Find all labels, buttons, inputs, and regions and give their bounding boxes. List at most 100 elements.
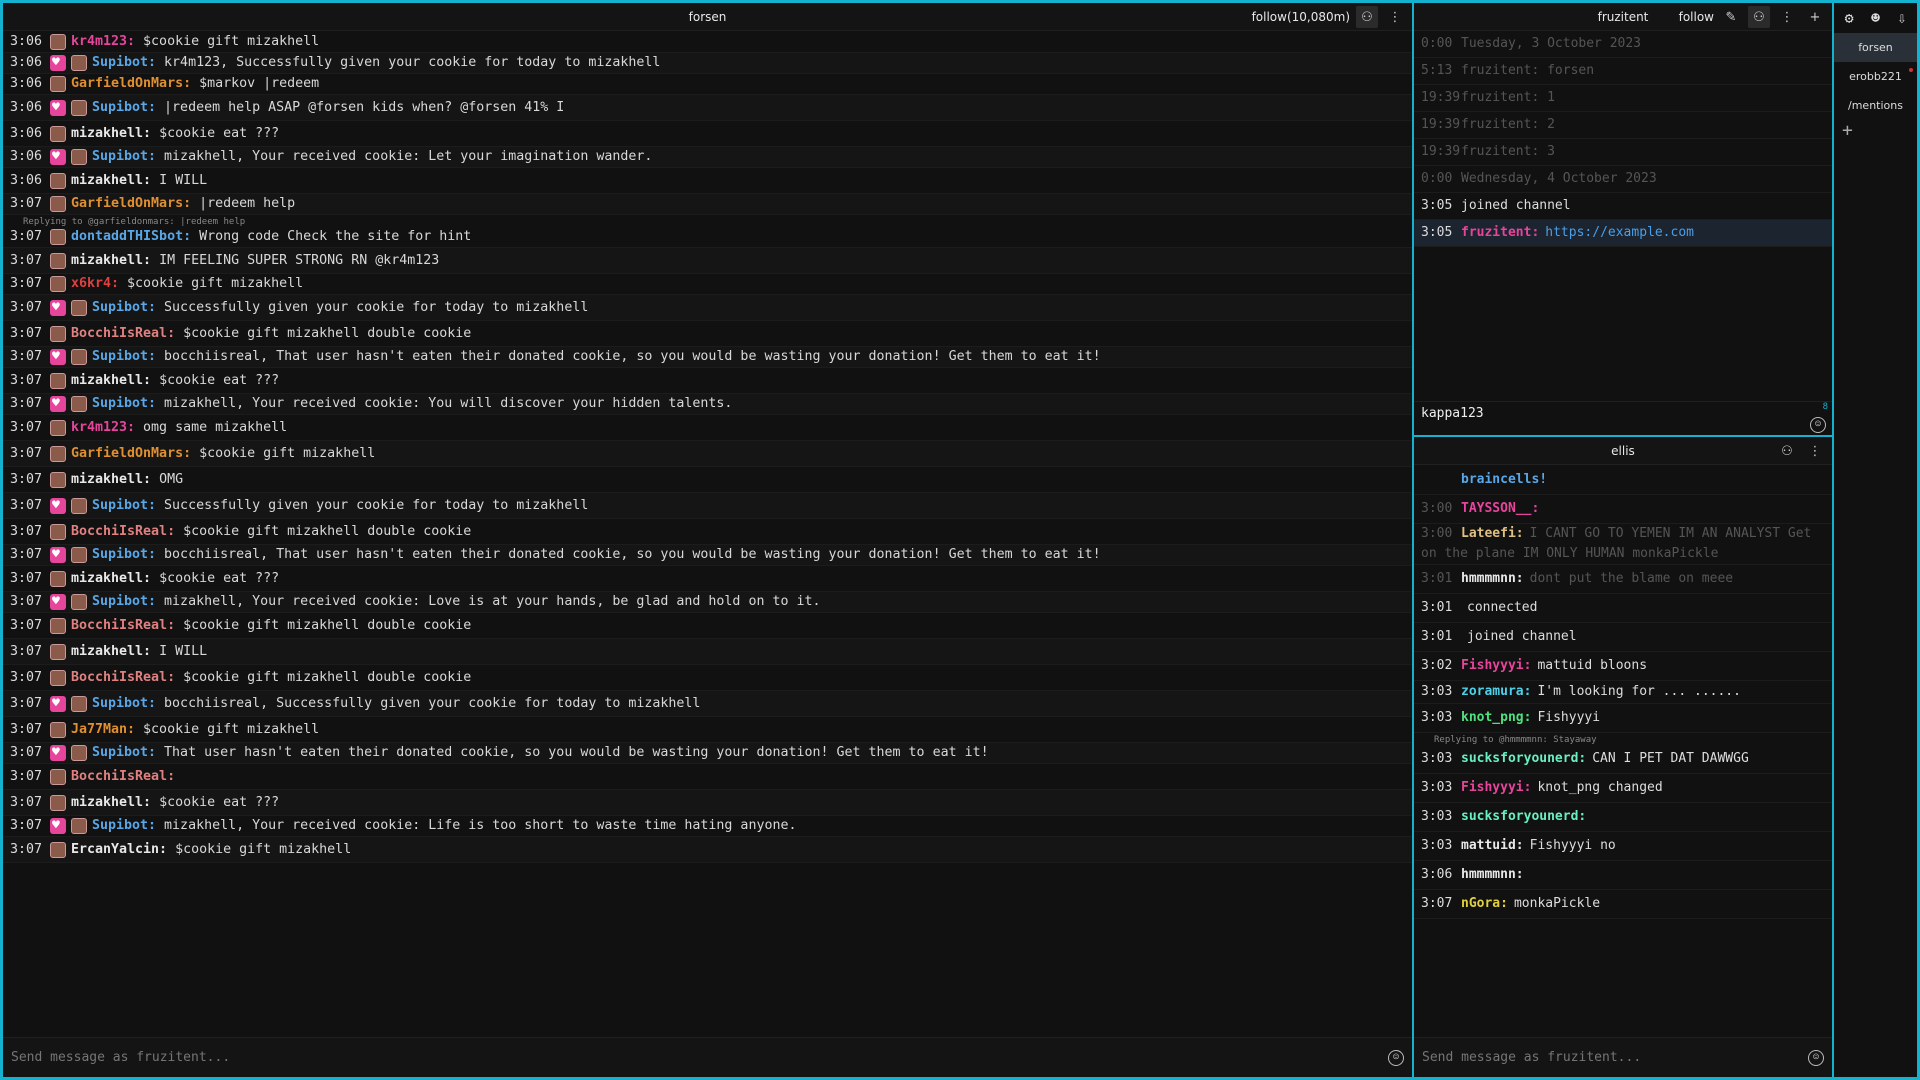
username[interactable]: x6kr4: — [71, 275, 119, 293]
system-line[interactable]: 3:05 fruzitent: https://example.com — [1414, 220, 1832, 247]
users-icon[interactable]: ⚇ — [1356, 6, 1378, 28]
username[interactable]: Supibot: — [92, 148, 156, 166]
chat-message[interactable]: 3:06 hmmmmnn: — [1414, 861, 1832, 890]
chat-message[interactable]: 3:07 BocchiIsReal: $cookie gift mizakhell … — [3, 321, 1412, 347]
username[interactable]: BocchiIsReal: — [71, 669, 175, 687]
reply-hint[interactable]: Replying to @garfieldonmars: |redeem hel… — [3, 215, 1412, 227]
split-header[interactable]: fruzitent follow ✎ ⚇ ⋮ + — [1414, 3, 1832, 31]
username[interactable]: ErcanYalcin: — [71, 841, 167, 859]
follow-button[interactable]: follow(10,080m) — [1252, 10, 1350, 24]
chat-message[interactable]: 3:07 Ja77Man: $cookie gift mizakhell — [3, 717, 1412, 743]
chat-message[interactable]: 3:07 x6kr4: $cookie gift mizakhell — [3, 274, 1412, 295]
message-list[interactable]: braincells! 3:00 TAYSSON__: 3:00 Lateefi: I C… — [1414, 466, 1832, 1037]
username[interactable]: braincells! — [1461, 472, 1547, 487]
chat-message[interactable]: 3:06 Supibot: kr4m123, Successfully given … — [3, 53, 1412, 74]
username[interactable]: mizakhell: — [71, 252, 151, 270]
username[interactable]: Supibot: — [92, 299, 156, 317]
chat-message[interactable]: 3:03 mattuid: Fishyyyi no — [1414, 832, 1832, 861]
edit-icon[interactable]: ✎ — [1720, 6, 1742, 28]
users-icon[interactable]: ⚇ — [1776, 440, 1798, 462]
username[interactable]: Supibot: — [92, 395, 156, 413]
username[interactable]: BocchiIsReal: — [71, 768, 175, 786]
settings-icon[interactable]: ⚙ — [1845, 9, 1854, 27]
chat-message[interactable]: 3:07 mizakhell: $cookie eat ??? — [3, 790, 1412, 816]
chat-message[interactable]: 3:07 BocchiIsReal: — [3, 764, 1412, 790]
system-line[interactable]: 3:05 joined channel — [1414, 193, 1832, 220]
message-list[interactable]: 0:00 Tuesday, 3 October 2023 5:13 fruzitent… — [1414, 31, 1832, 247]
username[interactable]: kr4m123: — [71, 419, 135, 437]
chat-message[interactable]: 3:07 nGora: monkaPickle — [1414, 890, 1832, 919]
chat-message[interactable]: 3:07 ErcanYalcin: $cookie gift mizakhell — [3, 837, 1412, 863]
emote-picker-icon[interactable]: ☺ — [1808, 1049, 1824, 1066]
message-input[interactable] — [11, 1050, 1388, 1065]
chat-message[interactable]: 3:03 sucksforyounerd: CAN I PET DAT DAWWGG — [1414, 745, 1832, 774]
chat-message[interactable]: 3:06 mizakhell: I WILL — [3, 168, 1412, 194]
chat-message[interactable]: 3:07 mizakhell: $cookie eat ??? — [3, 566, 1412, 592]
emote-picker-icon[interactable]: ☺ — [1388, 1049, 1404, 1066]
username[interactable]: BocchiIsReal: — [71, 617, 175, 635]
username[interactable]: BocchiIsReal: — [71, 523, 175, 541]
username[interactable]: mizakhell: — [71, 372, 151, 390]
chat-message[interactable]: 3:07 mizakhell: $cookie eat ??? — [3, 368, 1412, 394]
message-input[interactable] — [1422, 1050, 1808, 1065]
username[interactable]: BocchiIsReal: — [71, 325, 175, 343]
chat-message[interactable]: 3:07 BocchiIsReal: $cookie gift mizakhell … — [3, 519, 1412, 545]
compose-box[interactable]: kappa123 8 ☺ — [1414, 401, 1832, 435]
system-line[interactable]: 0:00 Wednesday, 4 October 2023 — [1414, 166, 1832, 193]
add-tab-icon[interactable]: + — [1834, 120, 1917, 141]
chat-message[interactable]: 3:06 GarfieldOnMars: $markov |redeem — [3, 74, 1412, 95]
username[interactable]: mizakhell: — [71, 643, 151, 661]
chat-message[interactable]: 3:07 BocchiIsReal: $cookie gift mizakhell … — [3, 665, 1412, 691]
username[interactable]: Supibot: — [92, 497, 156, 515]
username[interactable]: Lateefi: — [1461, 526, 1524, 541]
more-menu-icon[interactable]: ⋮ — [1384, 6, 1406, 28]
chat-message[interactable]: 3:07 mizakhell: I WILL — [3, 639, 1412, 665]
chat-message[interactable]: 3:01 connected — [1414, 594, 1832, 623]
chat-message[interactable]: 3:00 TAYSSON__: — [1414, 495, 1832, 524]
chat-message[interactable]: 3:00 Lateefi: I CANT GO TO YEMEN IM AN ANA… — [1414, 524, 1832, 565]
username[interactable]: mizakhell: — [71, 794, 151, 812]
username[interactable]: mattuid: — [1461, 838, 1524, 853]
emote-picker-icon[interactable]: ☺ — [1810, 417, 1826, 433]
chat-message[interactable]: 3:07 Supibot: That user hasn't eaten their… — [3, 743, 1412, 764]
split-header[interactable]: forsen follow(10,080m) ⚇ ⋮ — [3, 3, 1412, 31]
follow-button[interactable]: follow — [1679, 10, 1714, 24]
chat-message[interactable]: 3:03 knot_png: Fishyyyi — [1414, 704, 1832, 733]
username[interactable]: Ja77Man: — [71, 721, 135, 739]
username[interactable]: kr4m123: — [71, 33, 135, 51]
username[interactable]: GarfieldOnMars: — [71, 195, 191, 213]
account-icon[interactable]: ☻ — [1871, 9, 1880, 27]
username[interactable]: Supibot: — [92, 348, 156, 366]
chat-message[interactable]: 3:06 Supibot: |redeem help ASAP @forsen ki… — [3, 95, 1412, 121]
chat-message[interactable]: 3:07 kr4m123: omg same mizakhell — [3, 415, 1412, 441]
username[interactable]: Supibot: — [92, 744, 156, 762]
chat-message[interactable]: 3:07 Supibot: Successfully given your cook… — [3, 493, 1412, 519]
username[interactable]: mizakhell: — [71, 125, 151, 143]
chat-message[interactable]: 3:07 dontaddTHISbot: Wrong code Check the … — [3, 227, 1412, 248]
username[interactable]: zoramura: — [1461, 684, 1531, 699]
update-icon[interactable]: ⇩ — [1897, 9, 1906, 27]
username[interactable]: dontaddTHISbot: — [71, 228, 191, 246]
chat-message[interactable]: 3:07 Supibot: bocchiisreal, Successfully g… — [3, 691, 1412, 717]
username[interactable]: Supibot: — [92, 695, 156, 713]
username[interactable]: mizakhell: — [71, 172, 151, 190]
chat-message[interactable]: 3:07 Supibot: Successfully given your cook… — [3, 295, 1412, 321]
chat-message[interactable]: braincells! — [1414, 466, 1832, 495]
username[interactable]: Fishyyyi: — [1461, 780, 1531, 795]
tab-forsen[interactable]: forsen — [1834, 33, 1917, 62]
username[interactable]: nGora: — [1461, 896, 1508, 911]
chat-message[interactable]: 3:07 BocchiIsReal: $cookie gift mizakhell … — [3, 613, 1412, 639]
username[interactable]: Supibot: — [92, 546, 156, 564]
chat-message[interactable]: 3:07 Supibot: bocchiisreal, That user hasn… — [3, 545, 1412, 566]
chat-message[interactable]: 3:07 Supibot: mizakhell, Your received coo… — [3, 592, 1412, 613]
system-line[interactable]: 19:39fruzitent: 2 — [1414, 112, 1832, 139]
system-line[interactable]: 0:00 Tuesday, 3 October 2023 — [1414, 31, 1832, 58]
username[interactable]: hmmmmnn: — [1461, 571, 1524, 586]
username[interactable]: sucksforyounerd: — [1461, 751, 1586, 766]
message-list[interactable]: 3:06 kr4m123: $cookie gift mizakhell 3:06 Su… — [3, 32, 1412, 1037]
chat-message[interactable]: 3:07 Supibot: bocchiisreal, That user hasn… — [3, 347, 1412, 368]
chat-message[interactable]: 3:03 Fishyyyi: knot_png changed — [1414, 774, 1832, 803]
username[interactable]: Supibot: — [92, 593, 156, 611]
chat-message[interactable]: 3:01 joined channel — [1414, 623, 1832, 652]
chat-message[interactable]: 3:06 mizakhell: $cookie eat ??? — [3, 121, 1412, 147]
